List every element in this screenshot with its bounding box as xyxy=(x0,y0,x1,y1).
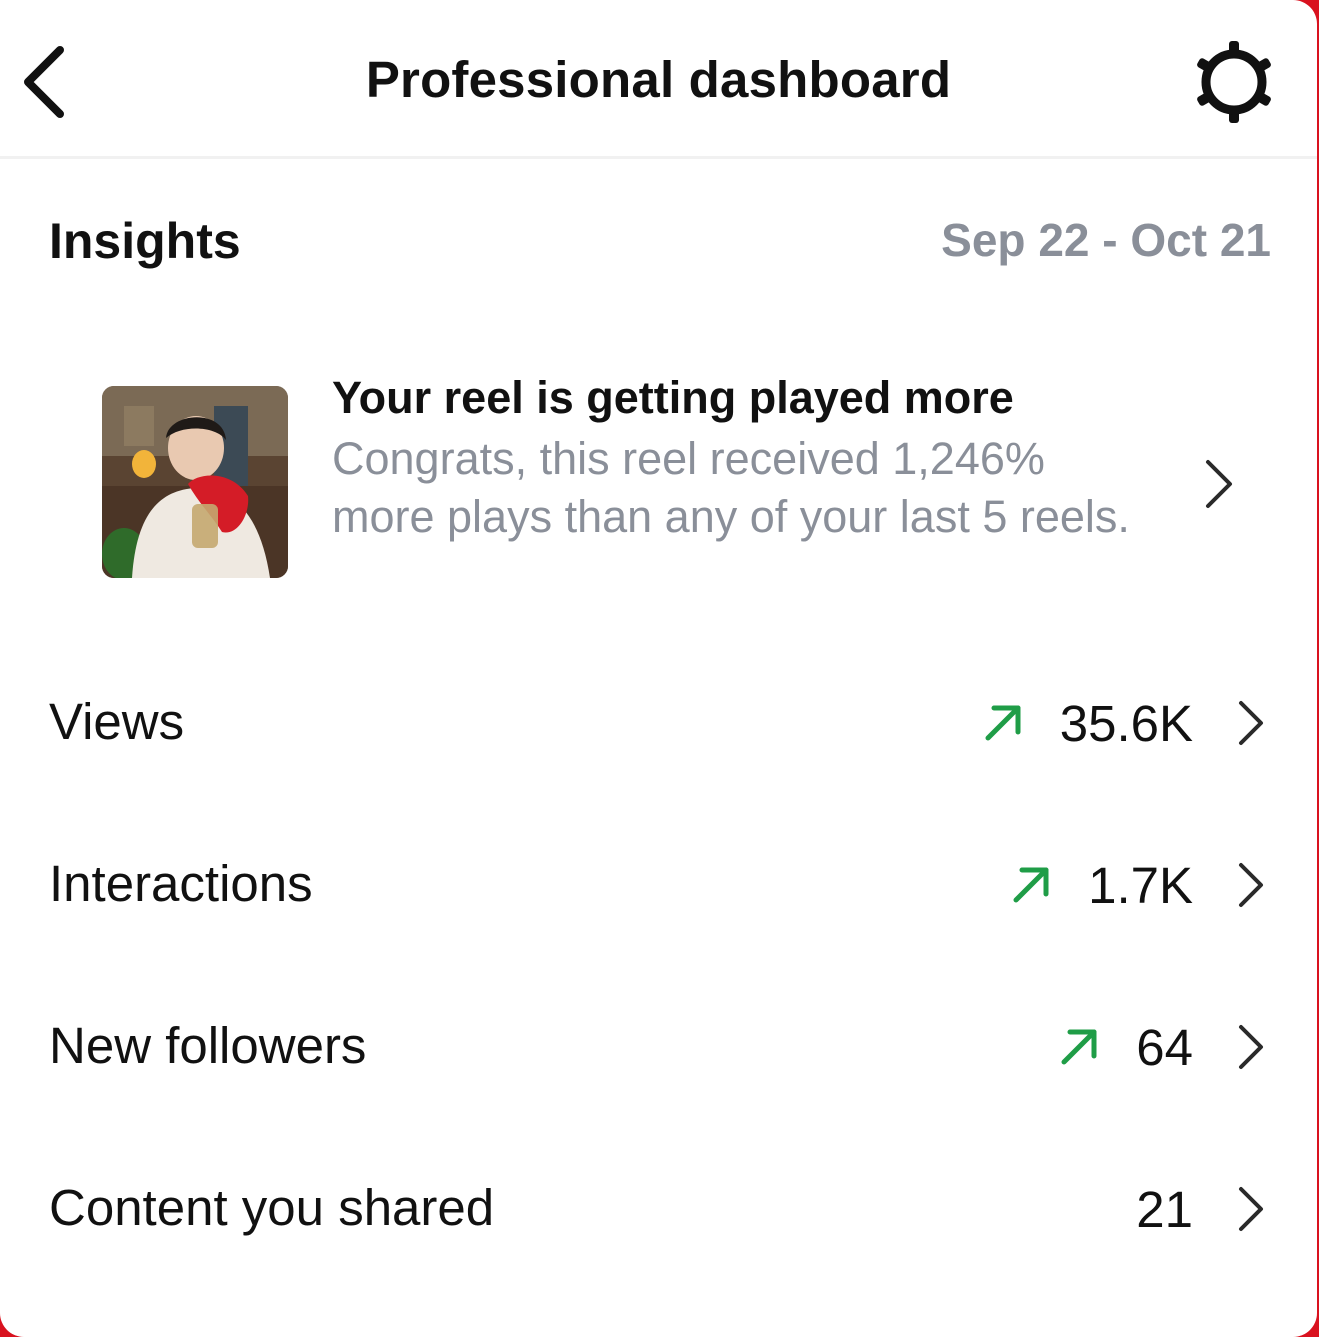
trend-up-arrow-icon xyxy=(1013,867,1049,903)
page-title: Professional dashboard xyxy=(365,51,952,108)
metric-label: Content you shared xyxy=(49,1179,495,1236)
reel-insight-card[interactable]: Your reel is getting played more Congrat… xyxy=(96,360,1266,610)
reel-insight-title: Your reel is getting played more xyxy=(332,372,1014,423)
professional-dashboard-screen: Professional dashboard Insights Sep 22 -… xyxy=(0,0,1317,1337)
settings-button[interactable] xyxy=(1184,32,1284,132)
metric-label: New followers xyxy=(49,1017,367,1074)
metric-label: Views xyxy=(49,693,185,750)
metric-row-new-followers[interactable]: New followers 64 xyxy=(0,988,1317,1108)
trend-up-arrow-icon xyxy=(985,705,1021,741)
metric-label: Interactions xyxy=(49,855,313,912)
metric-value: 64 xyxy=(1136,1018,1193,1076)
top-navigation-bar: Professional dashboard xyxy=(0,0,1317,159)
chevron-right-icon xyxy=(1206,460,1232,508)
metric-value: 35.6K xyxy=(1059,694,1193,752)
metric-row-content-you-shared[interactable]: Content you shared 21 xyxy=(0,1150,1317,1270)
metric-row-views[interactable]: Views 35.6K xyxy=(0,664,1317,784)
chevron-right-icon xyxy=(1239,701,1263,745)
reel-thumbnail-image xyxy=(102,386,288,578)
chevron-right-icon xyxy=(1239,863,1263,907)
metric-value: 21 xyxy=(1136,1180,1193,1238)
metric-row-interactions[interactable]: Interactions 1.7K xyxy=(0,826,1317,946)
trend-up-arrow-icon xyxy=(1061,1029,1097,1065)
insights-heading: Insights xyxy=(49,213,241,269)
metric-value: 1.7K xyxy=(1088,856,1193,914)
chevron-right-icon xyxy=(1239,1025,1263,1069)
chevron-right-icon xyxy=(1239,1187,1263,1231)
reel-insight-description: Congrats, this reel received 1,246% more… xyxy=(332,433,1130,542)
settings-gear-icon xyxy=(1197,41,1271,123)
date-range-selector[interactable]: Sep 22 - Oct 21 xyxy=(941,213,1271,267)
